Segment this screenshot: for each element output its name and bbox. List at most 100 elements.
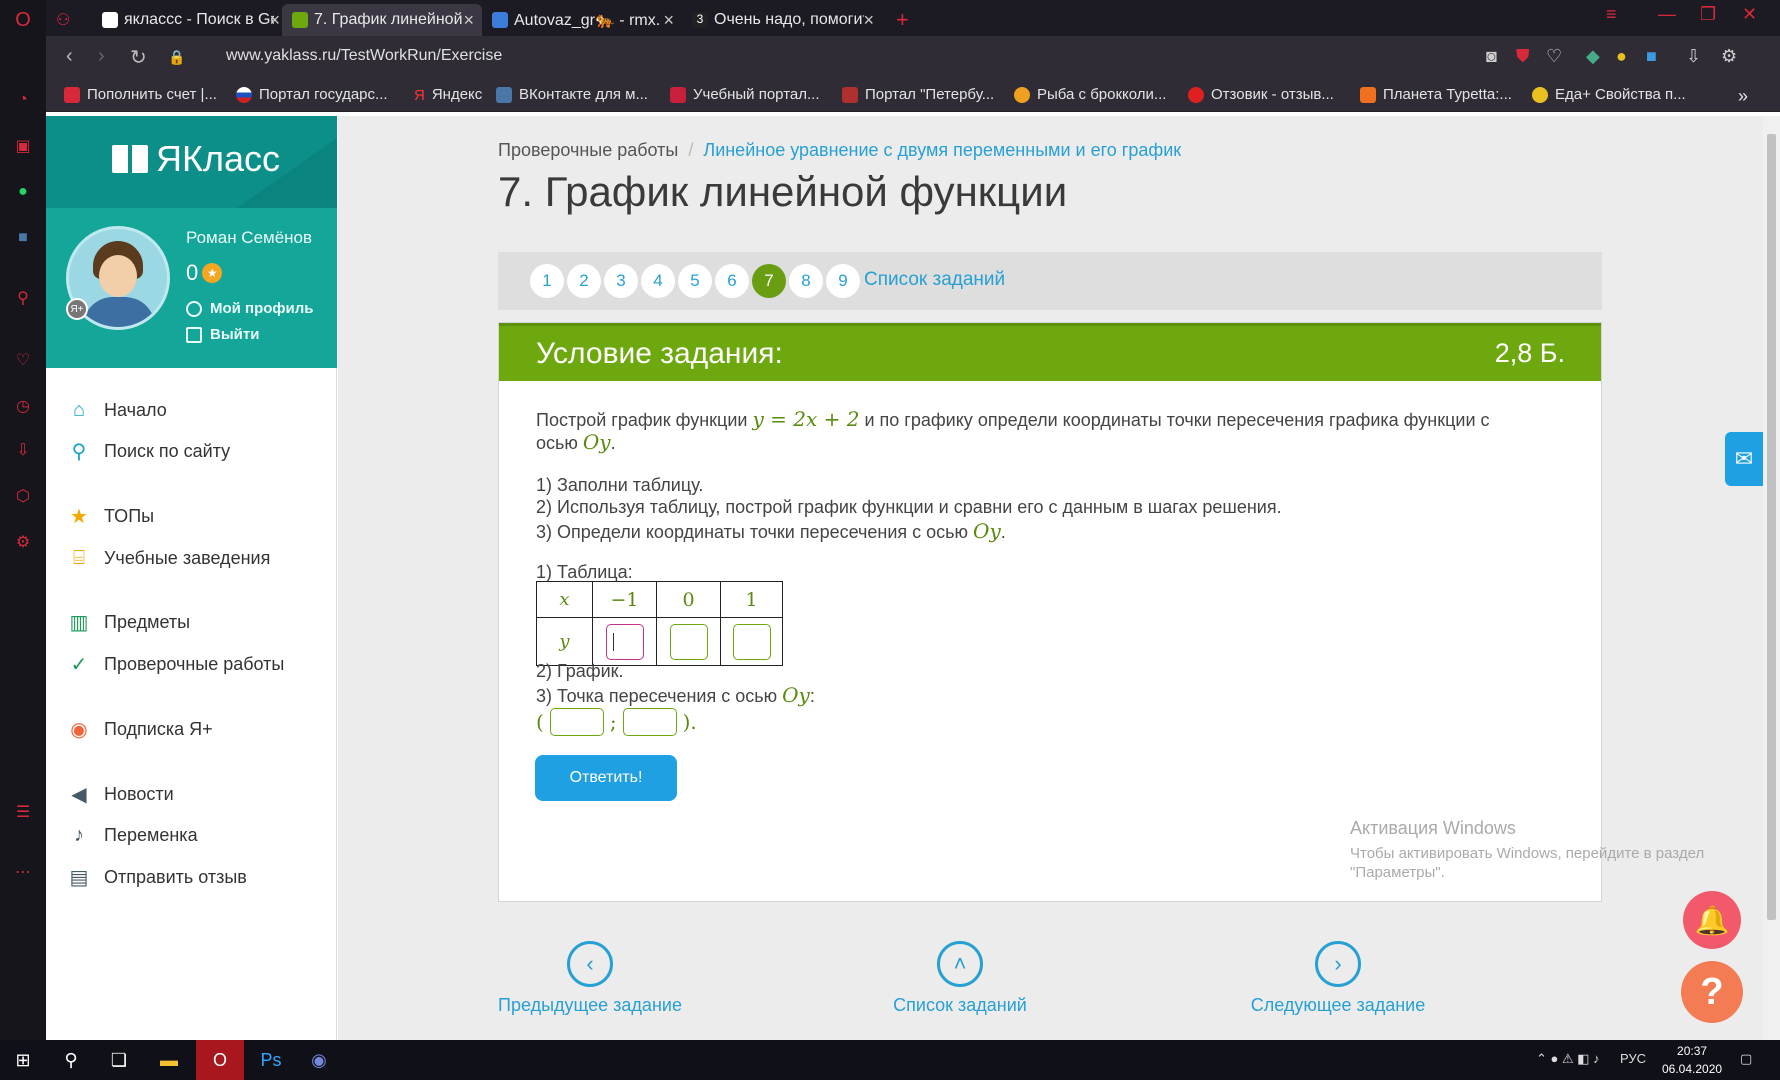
speed-dial-icon[interactable]: ◔	[11, 88, 35, 112]
sidebar-setup-icon[interactable]: ☰	[11, 800, 35, 824]
notification-center-icon[interactable]: ▢	[1740, 1051, 1752, 1067]
close-tab-icon[interactable]: ×	[663, 10, 674, 31]
search-sidebar-icon[interactable]: ⚲	[11, 286, 35, 310]
new-tab-icon[interactable]: +	[886, 4, 922, 36]
restore-icon[interactable]: ❐	[1700, 4, 1716, 25]
bookmark[interactable]: Я Яндекс	[414, 86, 482, 104]
profile-link[interactable]: Мой профиль	[186, 300, 314, 317]
y-input-3[interactable]	[732, 623, 771, 660]
logout-link[interactable]: Выйти	[186, 326, 259, 343]
downloads-icon[interactable]: ⇩	[11, 438, 35, 462]
download-icon[interactable]: ⇩	[1686, 46, 1701, 67]
task-list-link[interactable]: Список заданий	[864, 269, 1005, 291]
tab-menu-icon[interactable]: ⚇	[46, 4, 86, 36]
menu-item-subjects[interactable]: ▥ Предметы	[66, 610, 191, 634]
close-tab-icon[interactable]: ×	[463, 10, 474, 31]
breadcrumb-current[interactable]: Линейное уравнение с двумя переменными и…	[703, 140, 1181, 160]
bookmark[interactable]: Пополнить счет |...	[64, 86, 217, 103]
coord-x-input[interactable]	[549, 708, 604, 736]
opera-taskbar-icon[interactable]: O	[196, 1040, 244, 1080]
extension-cube-icon[interactable]: ◆	[1586, 46, 1600, 67]
url-field[interactable]: www.yaklass.ru/TestWorkRun/Exercise	[226, 47, 502, 65]
y-input-2[interactable]	[669, 623, 708, 660]
close-tab-icon[interactable]: ×	[863, 10, 874, 31]
logo-area[interactable]: ЯКласс	[46, 116, 337, 208]
coord-y-input[interactable]	[622, 708, 677, 736]
bookmark[interactable]: Еда+ Свойства п...	[1532, 86, 1686, 103]
language-indicator[interactable]: РУС	[1620, 1051, 1646, 1066]
notifications-bell-icon[interactable]: 🔔	[1683, 891, 1741, 949]
twitch-icon[interactable]: ▣	[11, 134, 35, 158]
menu-item-home[interactable]: ⌂ Начало	[66, 398, 167, 422]
forward-icon[interactable]: ›	[98, 45, 105, 68]
snapshot-icon[interactable]: ◙	[1486, 46, 1497, 67]
tab-question[interactable]: 3 Очень надо, помогите с ×	[682, 4, 882, 36]
extension-coin-icon[interactable]: ●	[1616, 46, 1627, 67]
page-scrollbar[interactable]	[1763, 116, 1780, 1040]
reload-icon[interactable]: ↻	[130, 45, 147, 70]
y-input-1[interactable]	[605, 623, 644, 660]
page-9-button[interactable]: 9	[826, 264, 860, 298]
tab-google[interactable]: яклассс - Поиск в Google ×	[92, 4, 288, 36]
menu-item-institutions[interactable]: ⌸ Учебные заведения	[66, 546, 270, 570]
logo[interactable]: ЯКласс	[112, 138, 280, 180]
page-4-button[interactable]: 4	[641, 264, 675, 298]
vk-extension-icon[interactable]: ■	[1646, 46, 1657, 67]
menu-item-feedback[interactable]: ▤ Отправить отзыв	[66, 865, 247, 889]
page-3-button[interactable]: 3	[604, 264, 638, 298]
page-7-button-current[interactable]: 7	[752, 264, 786, 298]
menu-item-news[interactable]: ◀ Новости	[66, 782, 173, 806]
bookmark[interactable]: Портал государс...	[236, 86, 388, 103]
tab-yaklass[interactable]: 7. График линейной фун ×	[282, 4, 482, 36]
answer-button[interactable]: Ответить!	[535, 755, 677, 801]
bookmark[interactable]: Учебный портал...	[670, 86, 820, 103]
history-icon[interactable]: ◷	[11, 394, 35, 418]
page-6-button[interactable]: 6	[715, 264, 749, 298]
mail-icon[interactable]: ✉	[1725, 432, 1763, 486]
vk-icon[interactable]: ■	[11, 226, 35, 250]
extensions-icon[interactable]: ⬡	[11, 484, 35, 508]
tab-menu-icon[interactable]: ≡	[1606, 4, 1617, 25]
scrollbar-thumb[interactable]	[1767, 134, 1776, 920]
close-window-icon[interactable]: ✕	[1742, 4, 1757, 25]
close-tab-icon[interactable]: ×	[269, 10, 280, 31]
heart-icon[interactable]: ♡	[11, 348, 35, 372]
adblock-icon[interactable]: ⛊	[1516, 46, 1530, 67]
file-explorer-icon[interactable]: ▬	[148, 1040, 190, 1080]
menu-item-subscription[interactable]: ◉ Подписка Я+	[66, 717, 212, 741]
task-list-bottom-link[interactable]: ˄ Список заданий	[830, 941, 1090, 1016]
page-2-button[interactable]: 2	[567, 264, 601, 298]
more-icon[interactable]: ⋯	[11, 860, 35, 884]
user-name[interactable]: Роман Семёнов	[186, 228, 312, 248]
help-icon[interactable]: ?	[1681, 961, 1743, 1023]
photoshop-icon[interactable]: Ps	[250, 1040, 292, 1080]
bookmark[interactable]: Планета Турetta:...	[1360, 86, 1512, 103]
clock[interactable]: 20:37 06.04.2020	[1662, 1042, 1722, 1078]
page-1-button[interactable]: 1	[530, 264, 564, 298]
menu-item-break[interactable]: ♪ Переменка	[66, 823, 198, 847]
menu-item-tops[interactable]: ★ ТОПы	[66, 504, 154, 528]
opera-logo-icon[interactable]: O	[11, 8, 35, 32]
tab-autovaz[interactable]: Autovaz_gr🐅 - rmx. ×	[482, 4, 682, 36]
prev-task-link[interactable]: ‹ Предыдущее задание	[460, 941, 720, 1016]
bookmark[interactable]: Портал "Петербу...	[842, 86, 994, 103]
search-icon[interactable]: ⚲	[50, 1040, 92, 1080]
menu-item-search[interactable]: ⚲ Поиск по сайту	[66, 439, 230, 463]
windows-start-icon[interactable]: ⊞	[2, 1040, 44, 1080]
easy-setup-icon[interactable]: ⚙	[1721, 46, 1737, 67]
bookmark[interactable]: Отзовик - отзыв...	[1188, 86, 1334, 103]
minimize-icon[interactable]: —	[1658, 4, 1676, 25]
more-bookmarks-icon[interactable]: »	[1738, 86, 1748, 107]
bookmark[interactable]: Рыба с брокколи...	[1014, 86, 1166, 103]
back-icon[interactable]: ‹	[66, 45, 73, 68]
menu-item-tests[interactable]: ✓ Проверочные работы	[66, 652, 285, 676]
task-view-icon[interactable]: ❏	[98, 1040, 140, 1080]
breadcrumb-root[interactable]: Проверочные работы	[498, 140, 678, 160]
page-8-button[interactable]: 8	[789, 264, 823, 298]
discord-icon[interactable]: ◉	[298, 1040, 340, 1080]
bookmark[interactable]: ВКонтакте для м...	[496, 86, 648, 103]
settings-icon[interactable]: ⚙	[11, 530, 35, 554]
next-task-link[interactable]: › Следующее задание	[1208, 941, 1468, 1016]
whatsapp-icon[interactable]: ●	[11, 180, 35, 204]
tray-icons[interactable]: ⌃ ● ⚠ ◧ ♪	[1536, 1051, 1600, 1067]
